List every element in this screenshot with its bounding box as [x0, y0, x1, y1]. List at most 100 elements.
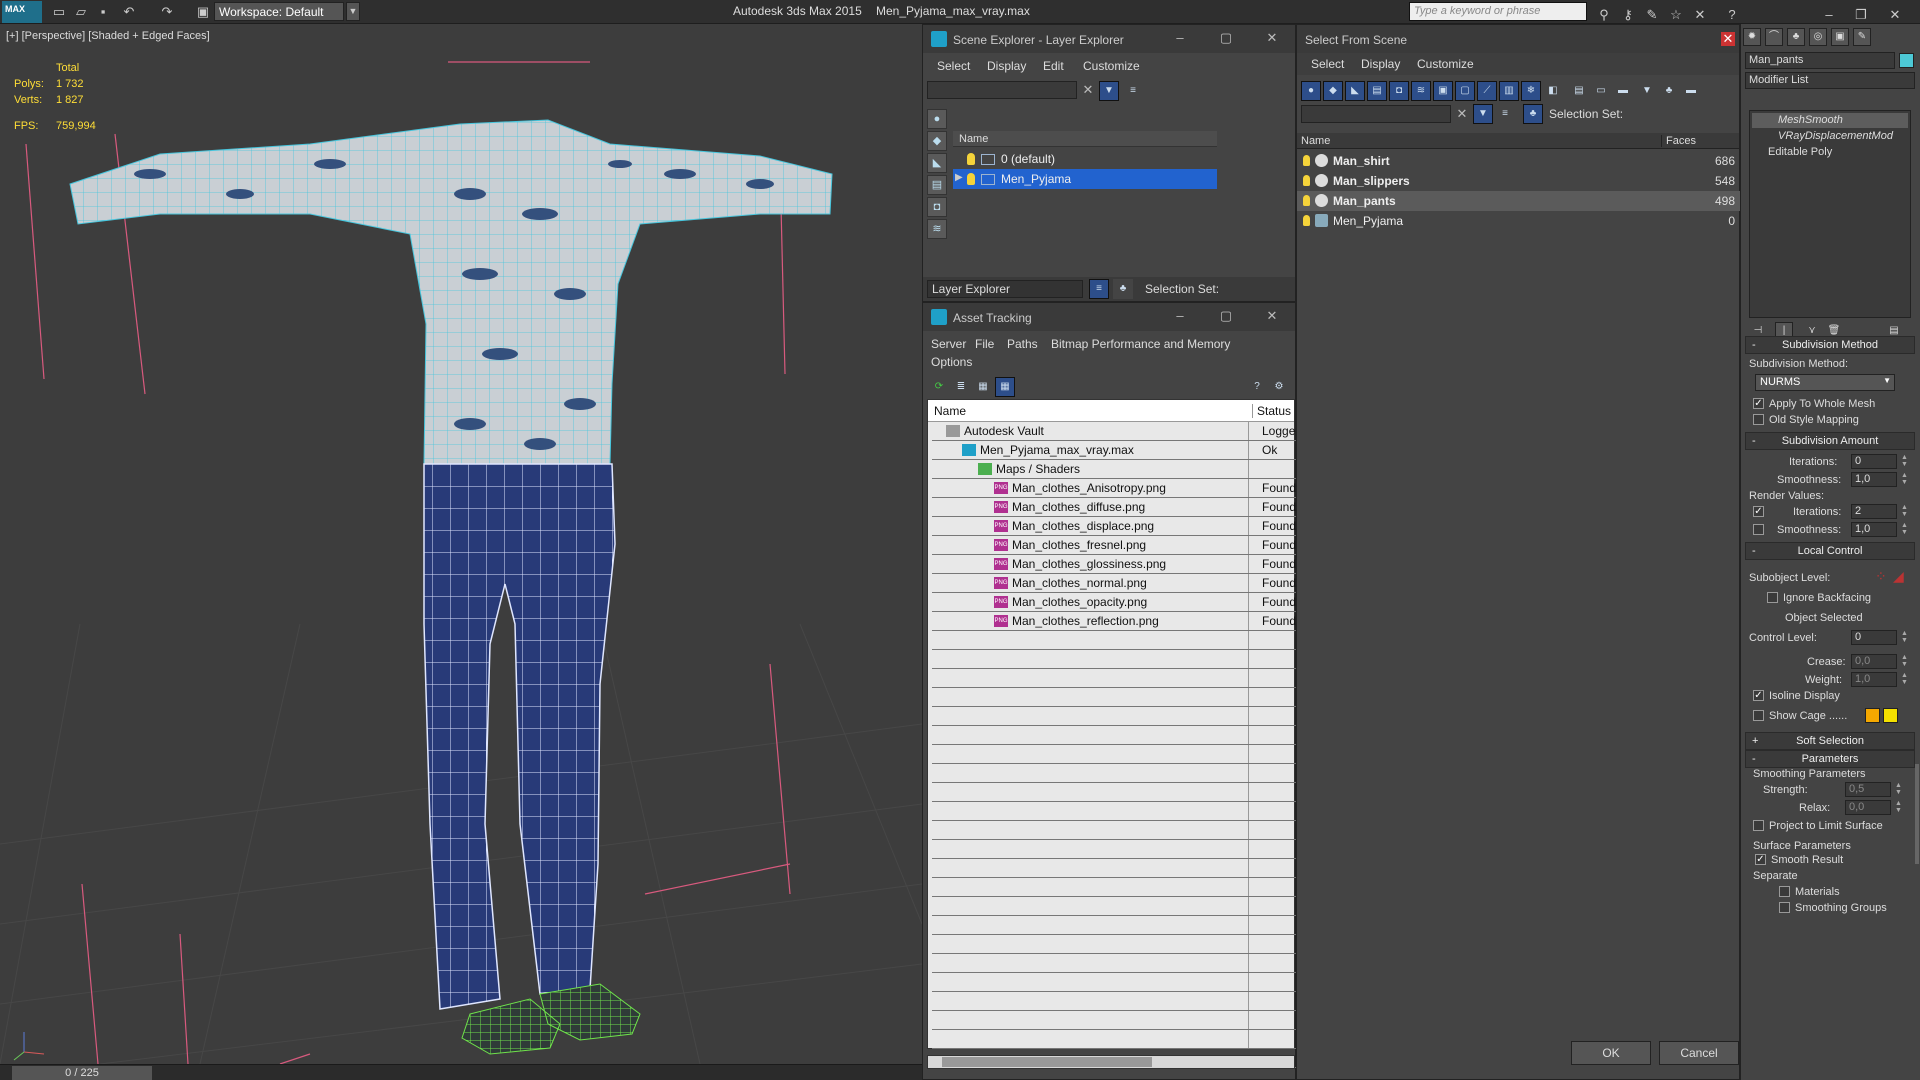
modifier-vraydisplacement[interactable]: VRayDisplacementMod [1752, 129, 1908, 144]
binoculars-icon[interactable]: ⚲ [1595, 6, 1613, 24]
spinner-arrows-icon[interactable]: ▲ ▼ [1901, 472, 1909, 487]
smoothing-groups-checkbox[interactable] [1779, 902, 1790, 913]
table-row[interactable]: Maps / Shaders [932, 460, 1300, 479]
modifier-editable-poly[interactable]: Editable Poly [1752, 145, 1908, 160]
display-hidden-icon[interactable]: ◧ [1543, 81, 1563, 101]
layer-row-men-pyjama[interactable]: ▶ Men_Pyjama [953, 169, 1217, 189]
settings-icon[interactable]: ⚙ [1269, 377, 1289, 397]
spinner-arrows-icon[interactable]: ▲ ▼ [1895, 782, 1903, 797]
hierarchy-icon[interactable]: ♣ [1113, 279, 1133, 299]
menu-options[interactable]: Options [931, 355, 972, 369]
table-view-icon[interactable]: ▦ [995, 377, 1015, 397]
clear-search-icon[interactable]: ✕ [1081, 83, 1095, 97]
save-file-icon[interactable]: ▪ [94, 3, 112, 21]
modify-tab-icon[interactable]: ⌒ [1765, 28, 1783, 46]
panel-scrollbar[interactable] [1915, 764, 1919, 864]
display-cameras-icon[interactable]: ▤ [1367, 81, 1387, 101]
table-row[interactable]: PNG Man_clothes_fresnel.png Found [932, 536, 1300, 555]
layers-toggle-icon[interactable]: ≡ [1089, 279, 1109, 299]
spinner-arrows-icon[interactable]: ▲ ▼ [1901, 672, 1909, 687]
display-geometry-icon[interactable]: ● [1301, 81, 1321, 101]
bulb-icon[interactable] [1303, 155, 1310, 166]
close-x-icon[interactable]: ✕ [1691, 6, 1709, 24]
scene-explorer-search-input[interactable] [927, 81, 1077, 99]
project-limit-checkbox[interactable] [1753, 820, 1764, 831]
rollout-local-control[interactable]: - Local Control [1745, 542, 1915, 560]
rollout-subdivision-method[interactable]: - Subdivision Method [1745, 336, 1915, 354]
hierarchy-icon[interactable]: ♣ [1659, 81, 1679, 101]
col-name[interactable]: Name [1301, 135, 1330, 147]
menu-select[interactable]: Select [937, 59, 970, 73]
menu-display[interactable]: Display [987, 59, 1026, 73]
redo-icon[interactable]: ↷ [158, 3, 176, 21]
restore-icon[interactable]: ❐ [1852, 6, 1870, 24]
layer-column-name[interactable]: Name [953, 131, 1217, 147]
layer-row-default[interactable]: 0 (default) [953, 149, 1217, 169]
display-spacewarps-icon[interactable]: ≋ [927, 219, 947, 239]
display-cameras-icon[interactable]: ▤ [927, 175, 947, 195]
menu-file[interactable]: File [975, 337, 994, 351]
help-icon[interactable]: ? [1723, 6, 1741, 24]
asset-tracking-titlebar[interactable]: Asset Tracking [923, 303, 1295, 331]
control-level-spinner[interactable]: 0 [1851, 630, 1897, 645]
hierarchy-tab-icon[interactable]: ♣ [1787, 28, 1805, 46]
rollout-subdivision-amount[interactable]: - Subdivision Amount [1745, 432, 1915, 450]
cage-selection-color-swatch[interactable] [1883, 708, 1898, 723]
materials-checkbox[interactable] [1779, 886, 1790, 897]
bulb-icon[interactable] [1303, 175, 1310, 186]
menu-select[interactable]: Select [1311, 57, 1344, 71]
smooth-result-checkbox[interactable]: ✓ [1755, 854, 1766, 865]
isoline-display-checkbox[interactable]: ✓ [1753, 690, 1764, 701]
workspace-dropdown[interactable]: Workspace: Default [214, 2, 344, 21]
strength-spinner[interactable]: 0,5 [1845, 782, 1891, 797]
show-cage-checkbox[interactable] [1753, 710, 1764, 721]
display-helpers-icon[interactable]: ◘ [1389, 81, 1409, 101]
utilities-tab-icon[interactable]: ✎ [1853, 28, 1871, 46]
display-helpers-icon[interactable]: ◘ [927, 197, 947, 217]
scene-explorer-titlebar[interactable]: Scene Explorer - Layer Explorer [923, 25, 1295, 53]
clear-search-icon[interactable]: ✕ [1455, 107, 1469, 121]
spinner-arrows-icon[interactable]: ▲ ▼ [1901, 454, 1909, 469]
close-icon[interactable]: ✕ [1265, 309, 1279, 323]
cancel-button[interactable]: Cancel [1659, 1041, 1739, 1065]
menu-display[interactable]: Display [1361, 57, 1400, 71]
col-name[interactable]: Name [934, 404, 966, 418]
close-icon[interactable]: ✕ [1721, 32, 1735, 46]
display-xrefs-icon[interactable]: ▢ [1455, 81, 1475, 101]
explorer-type-dropdown[interactable]: Layer Explorer [927, 280, 1083, 298]
object-row[interactable]: Man_pants 498 [1297, 191, 1743, 211]
menu-customize[interactable]: Customize [1083, 59, 1140, 73]
maximize-icon[interactable]: ▢ [1219, 31, 1233, 45]
minimize-icon[interactable]: – [1173, 31, 1187, 45]
search-input[interactable]: Type a keyword or phrase [1409, 2, 1587, 21]
object-name-field[interactable]: Man_pants [1745, 52, 1895, 69]
apply-whole-mesh-checkbox[interactable]: ✓ [1753, 398, 1764, 409]
new-file-icon[interactable]: ▭ [50, 3, 68, 21]
pants-mesh[interactable] [423, 463, 616, 1010]
bulb-icon[interactable] [967, 153, 975, 165]
bulb-icon[interactable] [967, 173, 975, 185]
display-invert-icon[interactable]: ▬ [1613, 81, 1633, 101]
ignore-backfacing-checkbox[interactable] [1767, 592, 1778, 603]
display-shapes-icon[interactable]: ◆ [1323, 81, 1343, 101]
time-slider[interactable]: 0 / 225 [12, 1066, 152, 1080]
spinner-arrows-icon[interactable]: ▲ ▼ [1901, 522, 1909, 537]
shirt-mesh[interactable] [69, 119, 833, 480]
viewport-label[interactable]: [+] [Perspective] [Shaded + Edged Faces] [6, 30, 210, 42]
minimize-icon[interactable]: – [1173, 309, 1187, 323]
ok-button[interactable]: OK [1571, 1041, 1651, 1065]
render-smoothness-spinner[interactable]: 1,0 [1851, 522, 1897, 537]
table-row[interactable]: PNG Man_clothes_diffuse.png Found [932, 498, 1300, 517]
display-geometry-icon[interactable]: ● [927, 109, 947, 129]
close-icon[interactable]: ✕ [1886, 6, 1904, 24]
smoothness-spinner[interactable]: 1,0 [1851, 472, 1897, 487]
help-icon[interactable]: ? [1247, 377, 1267, 397]
horizontal-scrollbar[interactable] [927, 1055, 1295, 1069]
selection-set-icon[interactable]: ♣ [1523, 104, 1543, 124]
object-search-input[interactable] [1301, 105, 1451, 123]
iterations-spinner[interactable]: 0 [1851, 454, 1897, 469]
weight-spinner[interactable]: 1,0 [1851, 672, 1897, 687]
spinner-arrows-icon[interactable]: ▲ ▼ [1895, 800, 1903, 815]
object-row[interactable]: Man_shirt 686 [1297, 151, 1743, 171]
table-row[interactable]: PNG Man_clothes_normal.png Found [932, 574, 1300, 593]
